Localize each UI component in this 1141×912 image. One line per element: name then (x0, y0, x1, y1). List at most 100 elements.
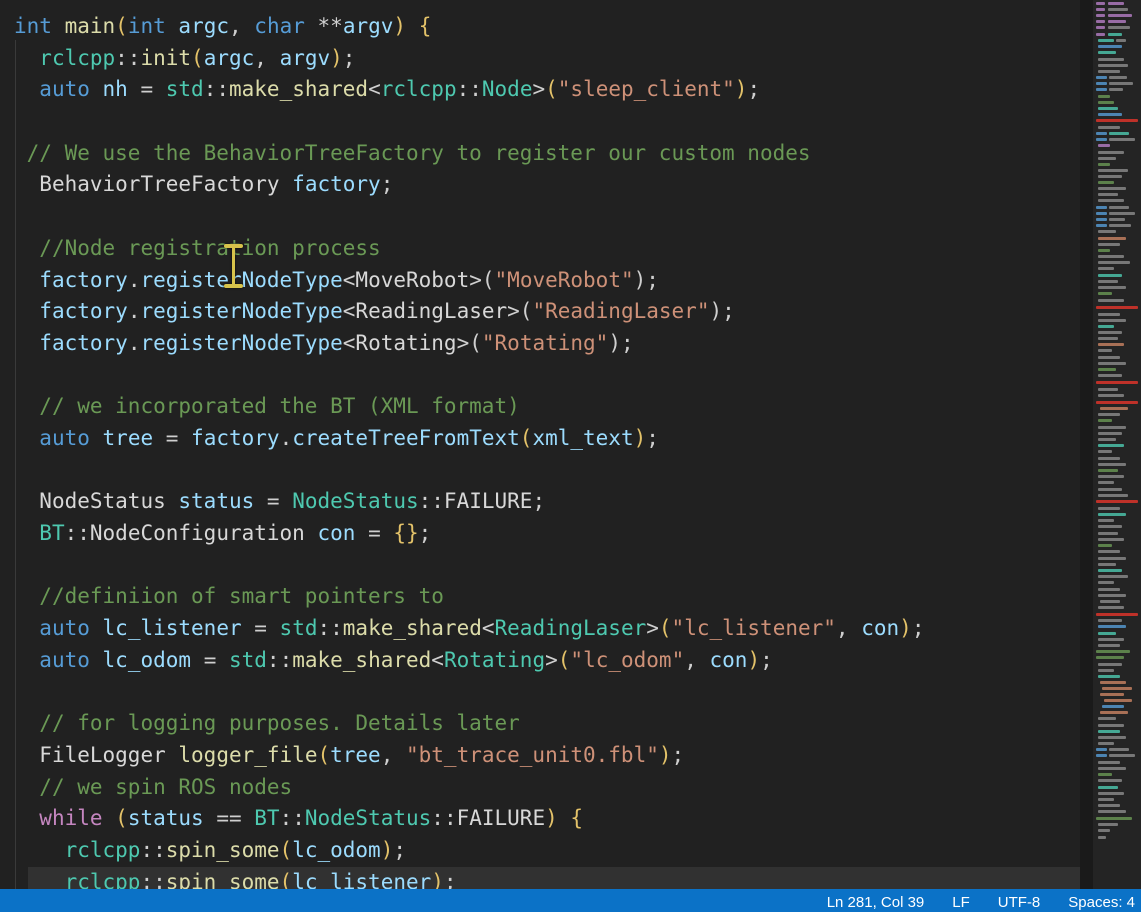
code-token (90, 426, 103, 450)
code-token (14, 584, 39, 608)
code-line[interactable]: rclcpp::init(argc, argv); (0, 43, 1080, 75)
code-token (90, 648, 103, 672)
code-editor-window: int main(int argc, char **argv) { rclcpp… (0, 0, 1141, 912)
code-token: Node (482, 77, 533, 101)
code-token: FileLogger (39, 743, 165, 767)
code-line[interactable] (0, 676, 1080, 708)
code-line[interactable]: //definiion of smart pointers to (0, 581, 1080, 613)
code-token: spin_some (166, 838, 280, 862)
minimap-mark (1096, 88, 1107, 91)
code-token: // for logging purposes. Details later (39, 711, 519, 735)
code-line[interactable] (0, 550, 1080, 582)
minimap-mark (1098, 169, 1128, 172)
code-token: ( (469, 331, 482, 355)
minimap-mark (1098, 786, 1118, 789)
minimap-mark (1096, 212, 1107, 215)
minimap-divider (1080, 0, 1093, 889)
code-line[interactable]: auto lc_listener = std::make_shared<Read… (0, 613, 1080, 645)
code-token: ( (659, 616, 672, 640)
code-line[interactable]: FileLogger logger_file(tree, "bt_trace_u… (0, 740, 1080, 772)
minimap-mark (1096, 132, 1107, 135)
minimap-mark (1098, 724, 1124, 727)
code-token: {} (393, 521, 418, 545)
code-token (14, 711, 39, 735)
code-line[interactable]: auto nh = std::make_shared<rclcpp::Node>… (0, 74, 1080, 106)
ibeam-bottom-serif (224, 284, 243, 288)
code-line[interactable] (0, 106, 1080, 138)
code-line[interactable]: rclcpp::spin_some(lc_odom); (0, 835, 1080, 867)
code-token: > (532, 77, 545, 101)
code-line[interactable]: factory.registerNodeType<MoveRobot>("Mov… (0, 265, 1080, 297)
code-line[interactable]: // We use the BehaviorTreeFactory to reg… (0, 138, 1080, 170)
code-token: lc_odom (292, 838, 381, 862)
code-token (406, 14, 419, 38)
status-indentation[interactable]: Spaces: 4 (1068, 894, 1135, 911)
code-token: factory (39, 331, 128, 355)
status-eol-sequence[interactable]: LF (952, 894, 970, 911)
minimap-mark (1098, 95, 1110, 98)
code-token: ( (482, 268, 495, 292)
minimap-mark (1098, 292, 1112, 295)
code-line[interactable]: // for logging purposes. Details later (0, 708, 1080, 740)
code-line[interactable]: while (status == BT::NodeStatus::FAILURE… (0, 803, 1080, 835)
code-token: // we spin ROS nodes (39, 775, 292, 799)
code-token: ReadingLaser (355, 299, 507, 323)
code-line[interactable] (0, 360, 1080, 392)
code-area[interactable]: int main(int argc, char **argv) { rclcpp… (0, 0, 1080, 889)
minimap-mark (1109, 76, 1127, 79)
minimap-mark (1108, 2, 1124, 5)
code-token: , (254, 46, 279, 70)
code-token: FAILURE (457, 806, 546, 830)
minimap-mark (1098, 606, 1124, 609)
code-line[interactable] (0, 201, 1080, 233)
code-token (14, 775, 39, 799)
minimap-mark (1098, 286, 1126, 289)
code-token: "ReadingLaser" (532, 299, 709, 323)
minimap-mark (1109, 218, 1125, 221)
code-token: ; (444, 870, 457, 889)
code-line[interactable]: factory.registerNodeType<ReadingLaser>("… (0, 296, 1080, 328)
minimap-mark (1098, 469, 1118, 472)
code-token: ; (747, 77, 760, 101)
code-token: < (343, 299, 356, 323)
minimap-mark (1098, 481, 1114, 484)
code-token (90, 77, 103, 101)
code-line[interactable]: NodeStatus status = NodeStatus::FAILURE; (0, 486, 1080, 518)
code-token: , (381, 743, 406, 767)
code-token: :: (280, 806, 305, 830)
code-token: = (191, 648, 229, 672)
minimap-mark (1109, 82, 1133, 85)
code-token: ( (280, 870, 293, 889)
code-token: Rotating (444, 648, 545, 672)
code-line[interactable]: int main(int argc, char **argv) { (0, 11, 1080, 43)
code-token: std (280, 616, 318, 640)
code-line[interactable]: BehaviorTreeFactory factory; (0, 169, 1080, 201)
code-line[interactable] (0, 455, 1080, 487)
minimap[interactable] (1093, 0, 1141, 889)
code-token: init (140, 46, 191, 70)
minimap-mark (1098, 64, 1128, 67)
minimap-mark (1098, 107, 1118, 110)
code-token: > (507, 299, 520, 323)
minimap-mark (1098, 829, 1110, 832)
code-token: make_shared (229, 77, 368, 101)
code-token (14, 426, 39, 450)
minimap-mark (1096, 650, 1130, 653)
code-line[interactable]: // we incorporated the BT (XML format) (0, 391, 1080, 423)
code-line[interactable]: rclcpp::spin_some(lc_listener); (0, 867, 1080, 889)
status-encoding[interactable]: UTF-8 (998, 894, 1041, 911)
code-line[interactable]: auto tree = factory.createTreeFromText(x… (0, 423, 1080, 455)
code-token: MoveRobot (355, 268, 469, 292)
code-line[interactable]: factory.registerNodeType<Rotating>("Rota… (0, 328, 1080, 360)
code-line[interactable]: BT::NodeConfiguration con = {}; (0, 518, 1080, 550)
minimap-mark (1098, 362, 1126, 365)
code-token: argv (343, 14, 394, 38)
minimap-mark (1109, 132, 1129, 135)
status-cursor-position[interactable]: Ln 281, Col 39 (827, 894, 925, 911)
code-line[interactable]: // we spin ROS nodes (0, 772, 1080, 804)
minimap-mark (1098, 187, 1126, 190)
code-line[interactable]: auto lc_odom = std::make_shared<Rotating… (0, 645, 1080, 677)
code-token (14, 172, 39, 196)
minimap-mark (1109, 212, 1135, 215)
code-line[interactable]: //Node registration process (0, 233, 1080, 265)
